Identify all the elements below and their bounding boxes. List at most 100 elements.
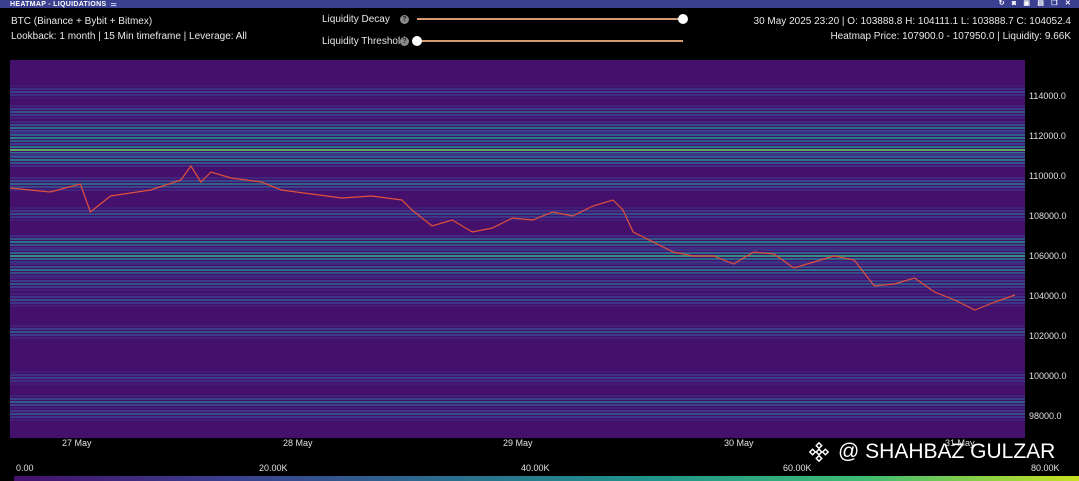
window-icon[interactable]: ❐: [1051, 0, 1058, 8]
liquidity-band: [10, 269, 1025, 271]
liquidity-band: [10, 156, 1025, 158]
liquidity-decay-label: Liquidity Decay: [322, 13, 390, 25]
liquidity-band: [10, 111, 1025, 113]
liquidity-band: [10, 146, 1025, 148]
liquidity-band: [10, 404, 1025, 406]
liquidity-band: [10, 85, 1025, 87]
liquidity-band: [10, 241, 1025, 243]
liquidity-band: [10, 371, 1025, 373]
y-tick-label: 102000.0: [1029, 331, 1067, 341]
watermark-text: @ SHAHBAZ GULZAR: [838, 440, 1056, 463]
liquidity-band: [10, 159, 1025, 161]
help-icon[interactable]: ?: [400, 14, 409, 24]
liquidity-band: [10, 105, 1025, 107]
colorbar-label: 0.00: [16, 463, 34, 473]
exchange-label: BTC (Binance + Bybit + Bitmex): [11, 16, 153, 27]
liquidity-band: [10, 331, 1025, 333]
y-tick-label: 114000.0: [1029, 91, 1066, 101]
liquidity-band: [10, 293, 1025, 295]
x-tick-label: 30 May: [724, 438, 754, 448]
binance-logo-icon: [808, 441, 830, 463]
y-tick-label: 112000.0: [1029, 131, 1066, 141]
y-tick-label: 106000.0: [1029, 251, 1067, 261]
liquidity-band: [10, 277, 1025, 279]
liquidity-band: [10, 124, 1025, 126]
liquidity-band: [10, 377, 1025, 379]
liquidity-band: [10, 261, 1025, 263]
liquidity-band: [10, 328, 1025, 330]
liquidity-band: [10, 252, 1025, 254]
liquidity-band: [10, 91, 1025, 93]
ohlc-info: 30 May 2025 23:20 | O: 103888.8 H: 10411…: [754, 14, 1071, 44]
colorbar-label: 60.00K: [783, 463, 812, 473]
colorbar: [14, 476, 1079, 481]
liquidity-band: [10, 88, 1025, 90]
liquidity-threshold-control: Liquidity Threshold ?: [322, 34, 683, 48]
liquidity-band: [10, 305, 1025, 307]
liquidity-band: [10, 180, 1025, 182]
sliders-icon[interactable]: ⚌: [110, 0, 117, 8]
liquidity-decay-slider[interactable]: [417, 14, 688, 24]
liquidity-band: [10, 177, 1025, 179]
heatmap-chart[interactable]: 114000.0 112000.0 110000.0 108000.0 106000.0…: [10, 60, 1079, 438]
liquidity-band: [10, 210, 1025, 212]
liquidity-threshold-slider[interactable]: [412, 36, 683, 46]
y-tick-label: 100000.0: [1029, 371, 1067, 381]
image-icon[interactable]: ▣: [1023, 0, 1030, 8]
colorbar-label: 80.00K: [1031, 463, 1060, 473]
liquidity-band: [10, 299, 1025, 301]
liquidity-band: [10, 189, 1025, 191]
liquidity-band: [10, 275, 1025, 277]
liquidity-band: [10, 398, 1025, 400]
liquidity-band: [10, 131, 1025, 133]
liquidity-band: [10, 395, 1025, 397]
liquidity-band: [10, 165, 1025, 167]
liquidity-band: [10, 213, 1025, 215]
help-icon[interactable]: ?: [400, 36, 409, 46]
lookback-label: Lookback: 1 month | 15 Min timeframe | L…: [11, 31, 247, 42]
liquidity-band: [10, 334, 1025, 336]
liquidity-band: [10, 266, 1025, 268]
liquidity-band: [10, 407, 1025, 409]
close-icon[interactable]: ✕: [1065, 0, 1071, 8]
colorbar-label: 40.00K: [521, 463, 550, 473]
liquidity-band: [10, 337, 1025, 339]
liquidity-band: [10, 183, 1025, 185]
window-titlebar[interactable]: HEATMAP - LIQUIDATIONS ⚌ ↻ ◙ ▣ ▤ ❐ ✕: [0, 0, 1079, 8]
liquidity-band: [10, 238, 1025, 240]
liquidity-band: [10, 219, 1025, 221]
instrument-info: BTC (Binance + Bybit + Bitmex) Lookback:…: [11, 14, 247, 44]
liquidity-band: [10, 374, 1025, 376]
liquidity-band: [10, 108, 1025, 110]
slider-handle[interactable]: [412, 36, 422, 46]
liquidity-band: [10, 153, 1025, 155]
liquidity-band: [10, 127, 1025, 129]
x-tick-label: 29 May: [503, 438, 533, 448]
colorbar-label: 20.00K: [259, 463, 288, 473]
heatmap-svg[interactable]: 114000.0 112000.0 110000.0 108000.0 106000.0…: [10, 60, 1079, 438]
liquidity-band: [10, 401, 1025, 403]
liquidity-band: [10, 255, 1025, 257]
y-tick-label: 98000.0: [1029, 411, 1062, 421]
x-tick-label: 28 May: [283, 438, 313, 448]
y-tick-label: 104000.0: [1029, 291, 1067, 301]
liquidity-band: [10, 149, 1025, 151]
camera-icon[interactable]: ◙: [1012, 0, 1017, 8]
liquidity-band: [10, 94, 1025, 96]
liquidity-band: [10, 416, 1025, 418]
liquidity-band: [10, 121, 1025, 123]
watermark: @ SHAHBAZ GULZAR: [808, 440, 1055, 464]
liquidity-band: [10, 114, 1025, 116]
x-tick-label: 27 May: [62, 438, 92, 448]
save-icon[interactable]: ▤: [1037, 0, 1044, 8]
liquidity-band: [10, 134, 1025, 136]
liquidity-band: [10, 383, 1025, 385]
slider-handle[interactable]: [678, 14, 688, 24]
refresh-icon[interactable]: ↻: [999, 0, 1005, 8]
liquidity-band: [10, 143, 1025, 145]
liquidity-band: [10, 162, 1025, 164]
liquidity-band: [10, 235, 1025, 237]
liquidity-band: [10, 216, 1025, 218]
liquidity-band: [10, 247, 1025, 249]
liquidity-band: [10, 140, 1025, 142]
